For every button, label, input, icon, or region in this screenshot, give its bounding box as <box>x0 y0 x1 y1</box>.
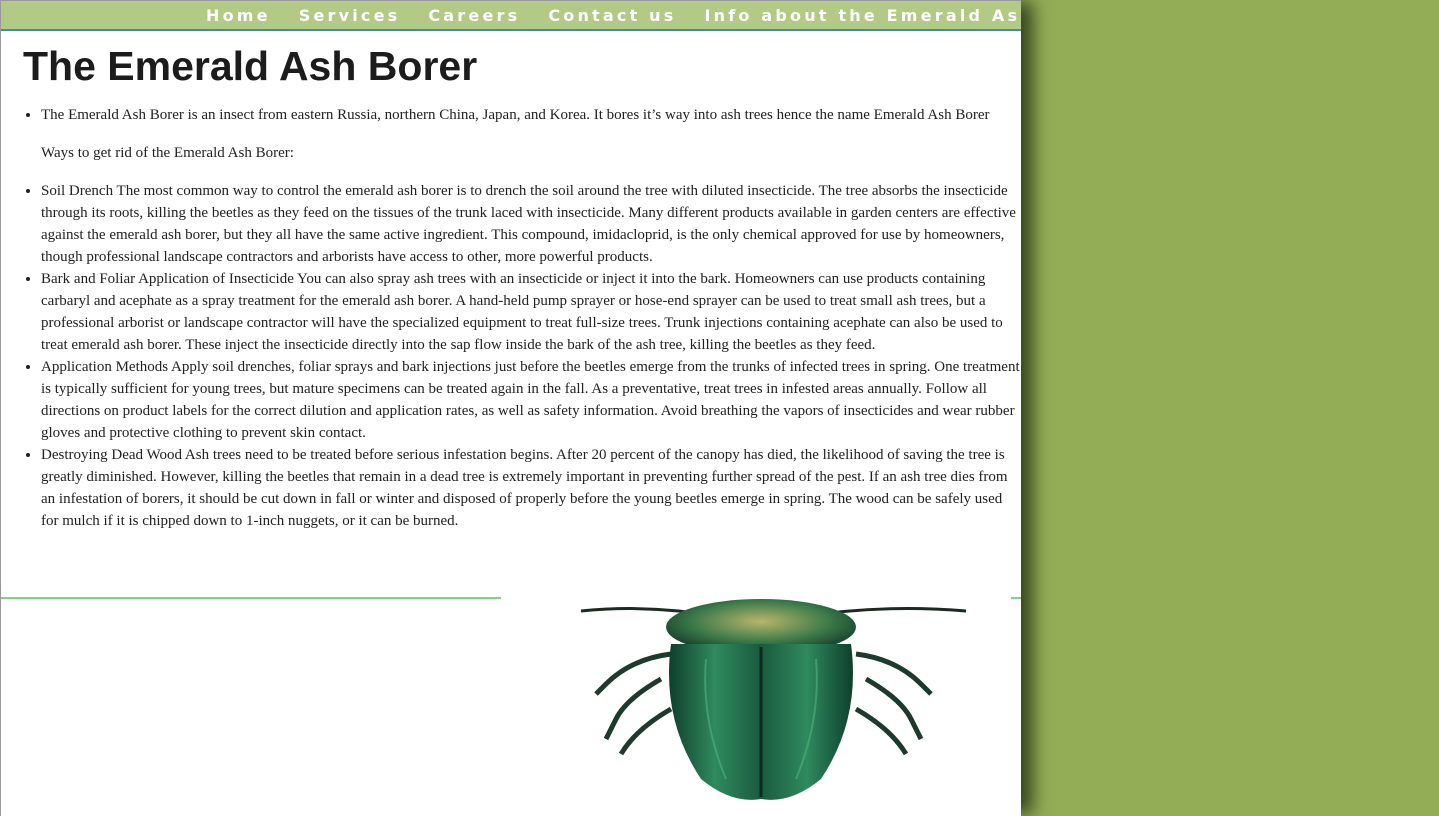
intro-list: The Emerald Ash Borer is an insect from … <box>1 104 1021 126</box>
nav-link-services[interactable]: Services <box>299 6 401 25</box>
nav-link-info-eab[interactable]: Info about the Emerald Ash Borer <box>705 6 1022 25</box>
nav-link-contact[interactable]: Contact us <box>548 6 676 25</box>
intro-item: The Emerald Ash Borer is an insect from … <box>41 104 1021 126</box>
method-soil-drench: Soil Drench The most common way to contr… <box>41 180 1021 268</box>
methods-list: Soil Drench The most common way to contr… <box>1 180 1021 532</box>
page-container: Home Services Careers Contact us Info ab… <box>0 0 1021 816</box>
emerald-ash-borer-image <box>580 599 967 800</box>
method-application: Application Methods Apply soil drenches,… <box>41 356 1021 444</box>
divider-line-left <box>1 597 501 599</box>
nav-link-home[interactable]: Home <box>206 6 271 25</box>
divider-line-right <box>1011 597 1021 599</box>
method-dead-wood: Destroying Dead Wood Ash trees need to b… <box>41 444 1021 532</box>
nav-bar: Home Services Careers Contact us Info ab… <box>1 1 1021 31</box>
page-title: The Emerald Ash Borer <box>23 43 478 89</box>
nav-link-careers[interactable]: Careers <box>428 6 520 25</box>
method-bark-foliar: Bark and Foliar Application of Insectici… <box>41 268 1021 356</box>
ways-heading: Ways to get rid of the Emerald Ash Borer… <box>41 145 294 161</box>
article-content: The Emerald Ash Borer is an insect from … <box>1 104 1021 532</box>
